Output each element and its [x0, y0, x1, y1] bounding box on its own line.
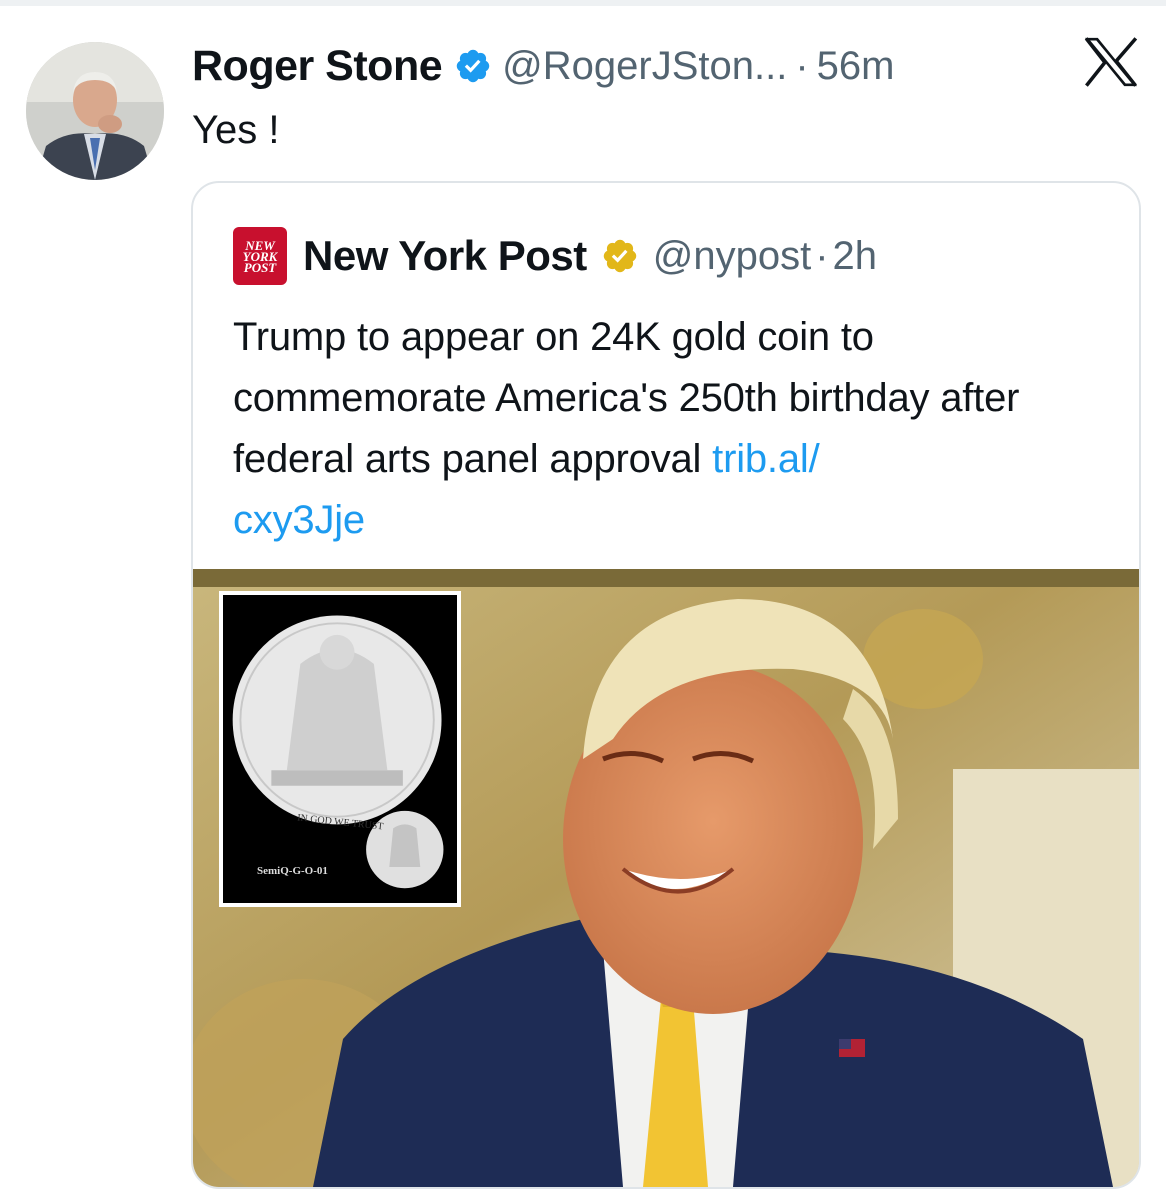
quoted-separator-dot: ·	[815, 233, 829, 278]
quoted-tweet-text: Trump to appear on 24K gold coin to comm…	[233, 307, 1113, 551]
coin-design-inset: IN GOD WE TRUST SemiQ-G-O-01	[219, 591, 461, 907]
avatar-photo	[26, 42, 164, 180]
tweet-text: Yes !	[192, 108, 280, 152]
author-name[interactable]: Roger Stone	[192, 42, 443, 91]
author-avatar[interactable]	[26, 42, 164, 180]
logo-line-3: POST	[243, 259, 277, 275]
quoted-text-body: Trump to appear on 24K gold coin to comm…	[233, 315, 1020, 481]
verified-badge-icon[interactable]	[454, 47, 492, 85]
coin-illustration	[223, 596, 457, 902]
article-image[interactable]: IN GOD WE TRUST SemiQ-G-O-01	[193, 569, 1139, 1187]
x-logo-icon[interactable]	[1082, 36, 1140, 88]
tweet-header: Roger Stone @RogerJSton... · 56m	[192, 38, 894, 94]
author-handle[interactable]: @RogerJSton...	[502, 44, 787, 89]
quoted-author-name[interactable]: New York Post	[303, 232, 587, 280]
quoted-timestamp[interactable]: 2h	[833, 234, 878, 279]
quoted-tweet-header: NEW YORK POST New York Post @nypost · 2h	[233, 227, 877, 285]
quoted-tweet-card[interactable]: NEW YORK POST New York Post @nypost · 2h…	[191, 181, 1141, 1189]
coin-code: SemiQ-G-O-01	[257, 865, 328, 877]
nypost-logo[interactable]: NEW YORK POST	[233, 227, 287, 285]
tweet-timestamp[interactable]: 56m	[817, 44, 895, 89]
quoted-author-handle[interactable]: @nypost	[653, 234, 811, 279]
separator-dot: ·	[795, 43, 809, 88]
top-divider	[0, 0, 1166, 6]
verified-gold-badge-icon[interactable]	[601, 237, 639, 275]
